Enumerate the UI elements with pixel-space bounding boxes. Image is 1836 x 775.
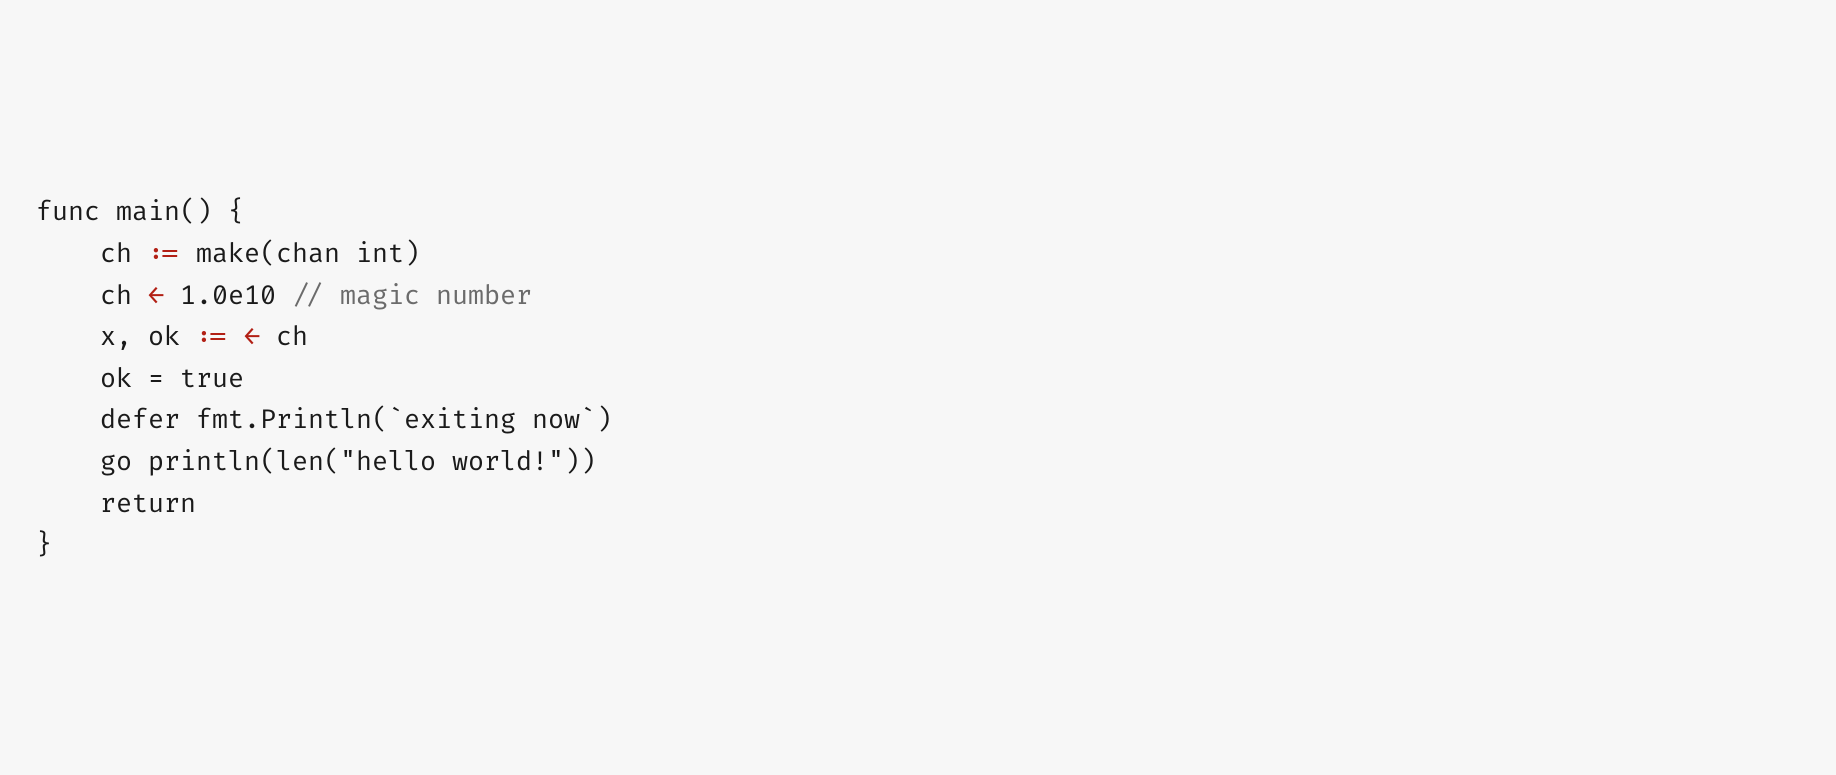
- code-text: defer fmt.Println(`exiting now`): [100, 404, 612, 436]
- indent: [36, 446, 100, 478]
- code-text: 1.0e10: [164, 280, 292, 312]
- code-text: }: [36, 529, 52, 561]
- code-operator: ←: [148, 280, 164, 312]
- code-comment: // magic number: [292, 280, 532, 312]
- code-line: func main() {: [36, 192, 1800, 234]
- code-text: [228, 321, 244, 353]
- code-line: return: [36, 484, 1800, 526]
- code-operator: :=: [196, 321, 228, 353]
- code-text: ch: [100, 280, 148, 312]
- code-text: make(chan int): [180, 238, 420, 270]
- code-text: ch: [260, 321, 308, 353]
- code-text: go println(len("hello world!")): [100, 446, 596, 478]
- indent: [36, 238, 100, 270]
- code-text: func main() {: [36, 196, 244, 228]
- code-text: x, ok: [100, 321, 196, 353]
- code-text: ch: [100, 238, 148, 270]
- code-line: defer fmt.Println(`exiting now`): [36, 400, 1800, 442]
- code-operator: :=: [148, 238, 180, 270]
- code-line: x, ok := ← ch: [36, 317, 1800, 359]
- indent: [36, 363, 100, 395]
- code-text: return: [100, 488, 196, 520]
- indent: [36, 321, 100, 353]
- indent: [36, 488, 100, 520]
- code-line: ok = true: [36, 359, 1800, 401]
- code-line: }: [36, 525, 1800, 567]
- code-line: ch := make(chan int): [36, 234, 1800, 276]
- code-text: ok = true: [100, 363, 244, 395]
- code-operator: ←: [244, 321, 260, 353]
- code-line: go println(len("hello world!")): [36, 442, 1800, 484]
- code-line: ch ← 1.0e10 // magic number: [36, 276, 1800, 318]
- indent: [36, 280, 100, 312]
- indent: [36, 404, 100, 436]
- code-block: func main() { ch := make(chan int) ch ← …: [36, 192, 1800, 566]
